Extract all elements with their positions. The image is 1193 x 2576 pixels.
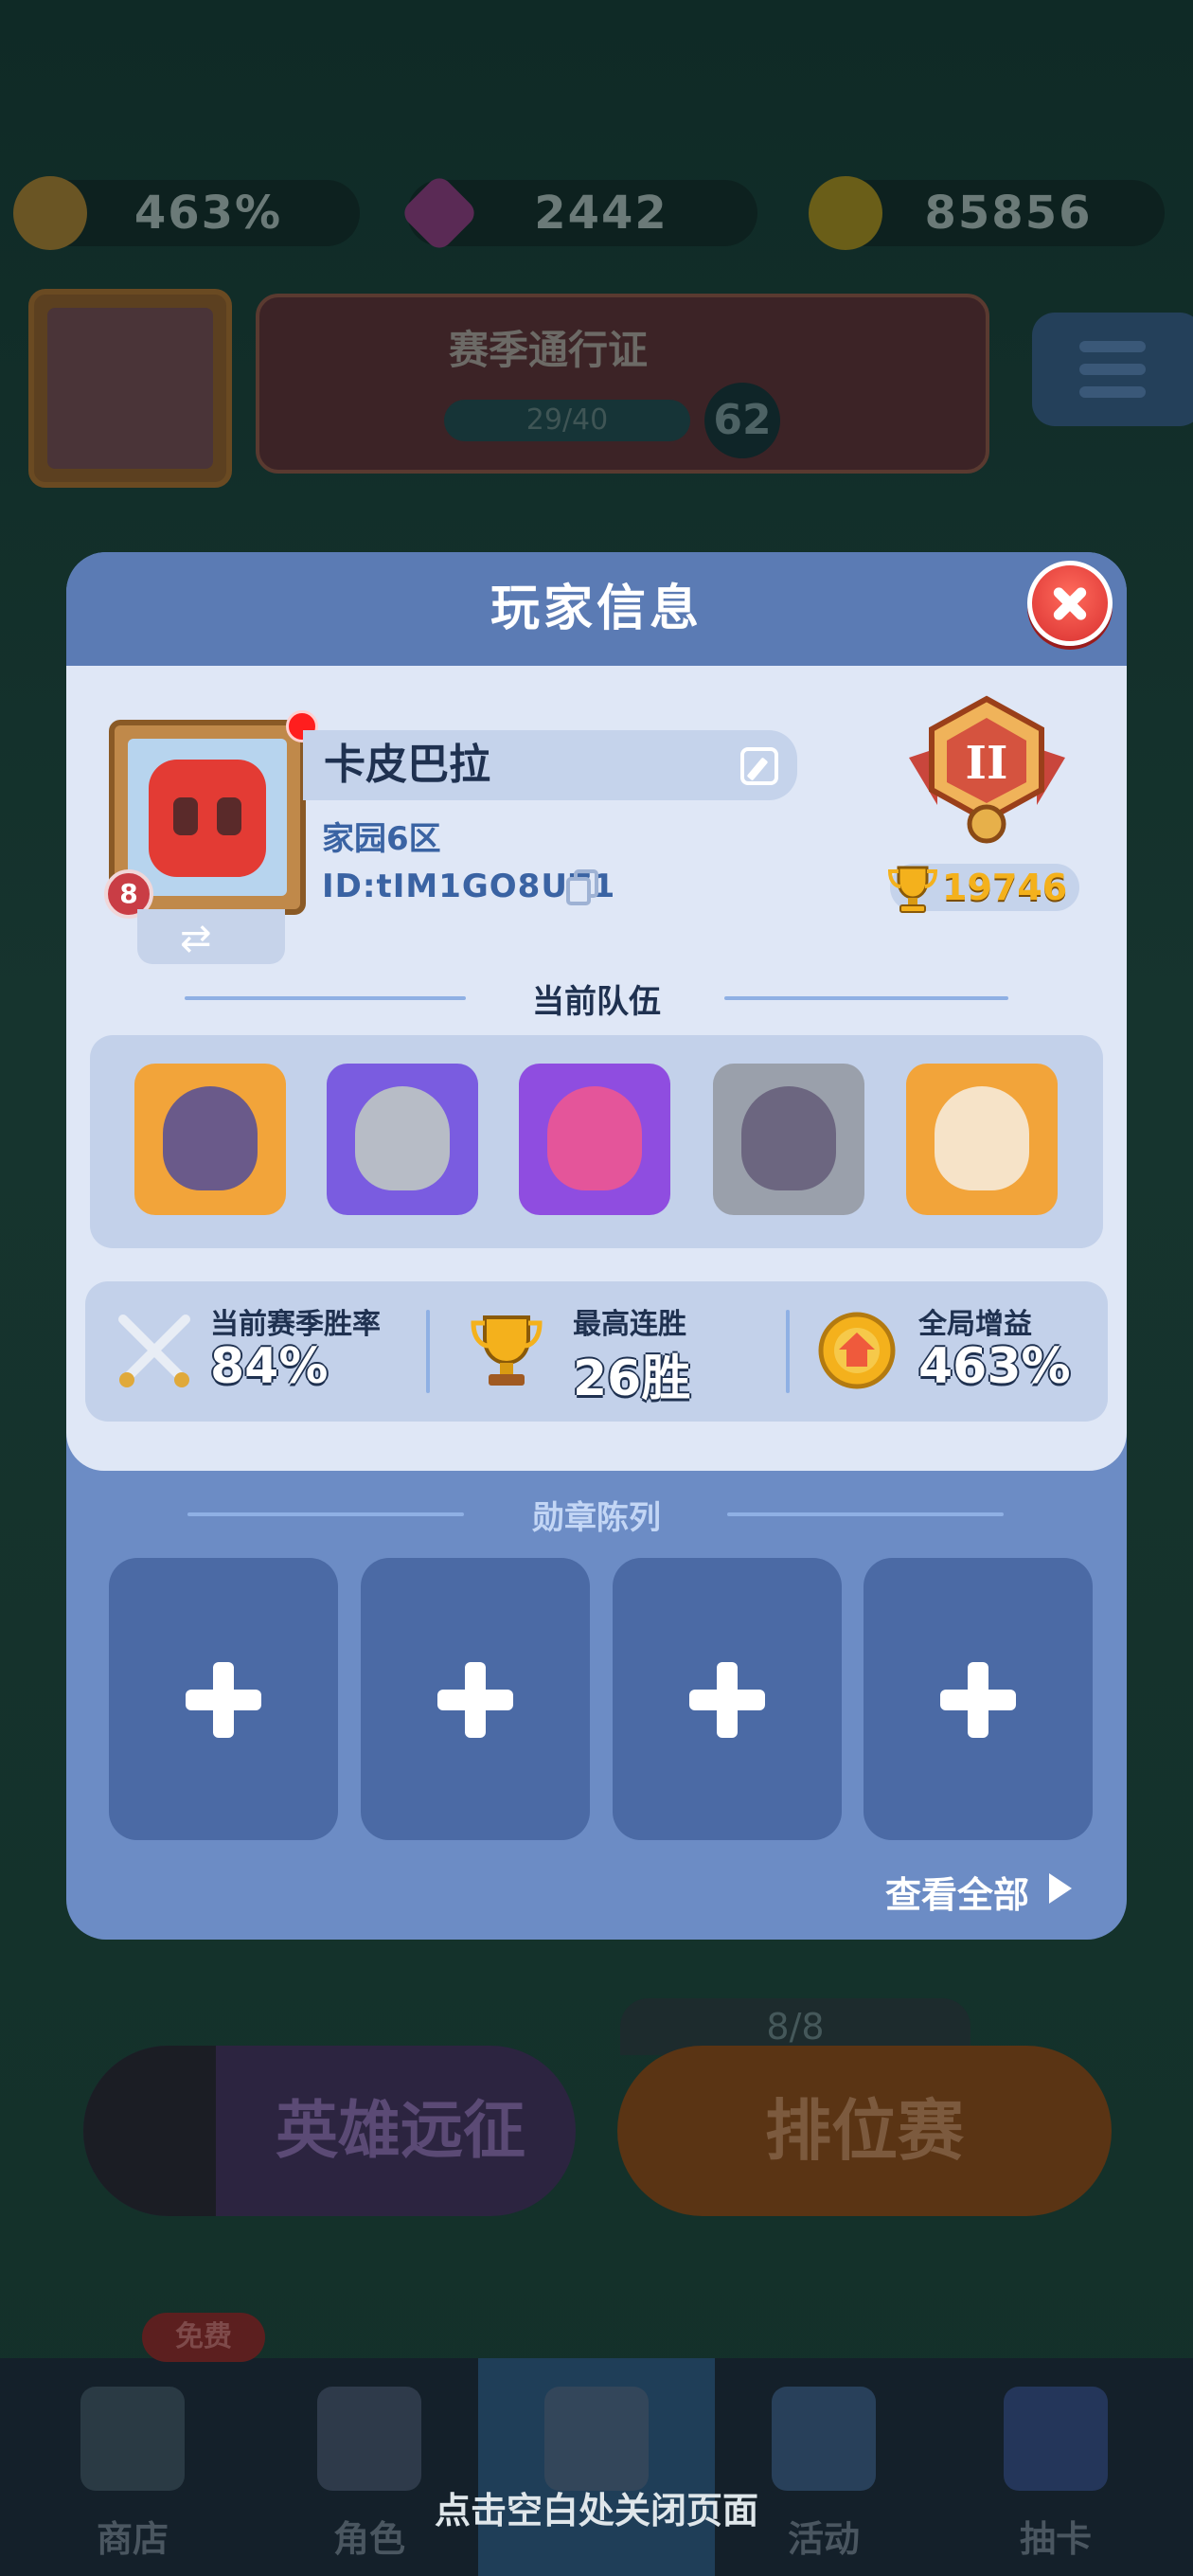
season-pass-title: 赛季通行证 [449,327,649,373]
medal-title: 勋章陈列 [532,1499,661,1537]
menu-button[interactable] [1032,313,1193,426]
nav-battle[interactable]: 对战 [478,2358,715,2576]
hero-expedition-button[interactable]: 英雄远征 [83,2046,576,2216]
rank-badge-icon: II [909,695,1065,844]
close-hint[interactable]: 点击空白处关闭页面 [0,2481,1193,2533]
win-rate-value: 84% [210,1338,329,1395]
ranked-label: 排位赛 [765,2092,964,2170]
nav-character[interactable]: 角色 [251,2358,488,2576]
global-boost-label: 全局增益 [918,1308,1032,1341]
team-title: 当前队伍 [532,983,661,1021]
home-boost-icon [818,1312,896,1389]
nav-event[interactable]: 活动 [705,2358,942,2576]
player-name: 卡皮巴拉 [324,741,490,789]
trophy-count: 19746 [942,867,1068,908]
stat-divider [426,1310,430,1393]
background-avatar[interactable] [28,289,232,488]
character-icon [317,2387,421,2491]
medal-slot-add-button[interactable] [109,1558,338,1840]
player-region: 家园6区 [322,820,441,858]
team-panel [90,1035,1103,1248]
play-arrow-icon [1049,1873,1072,1904]
stats-panel: 当前赛季胜率 84% 最高连胜 26胜 全局增益 463% [85,1281,1108,1422]
event-icon [772,2387,876,2491]
nav-shop[interactable]: 商店 [14,2358,251,2576]
bottom-nav: 商店 角色 对战 活动 抽卡 [0,2358,1193,2576]
boost-resource-pill[interactable]: 463% [13,176,360,250]
hero-expedition-label: 英雄远征 [276,2094,525,2167]
coin-icon [809,176,882,250]
view-all-link[interactable]: 查看全部 [885,1866,1029,1918]
home-boost-icon [13,176,87,250]
global-boost-value: 463% [918,1338,1071,1395]
free-badge: 免费 [142,2313,265,2362]
shop-icon [80,2387,185,2491]
gem-resource-pill[interactable]: 2442 [399,172,757,254]
up-arrow-icon [83,2046,216,2216]
team-divider-left [185,996,466,1000]
modal-title: 玩家信息 [490,581,703,637]
ranked-button[interactable]: 排位赛 [617,2046,1112,2216]
best-streak-value: 26胜 [573,1351,691,1407]
battle-icon [544,2387,649,2491]
best-streak-label: 最高连胜 [573,1308,686,1341]
close-button[interactable] [1027,561,1113,646]
shadow-archer-hero-icon[interactable] [713,1064,864,1215]
crossed-swords-icon [118,1315,190,1387]
nav-gacha[interactable]: 抽卡 [937,2358,1174,2576]
swap-avatar-button[interactable]: ⇄ [137,909,285,964]
pink-brute-hero-icon[interactable] [519,1064,670,1215]
medal-divider-left [187,1512,464,1516]
copy-id-icon[interactable] [566,869,604,907]
dark-knight-hero-icon[interactable] [134,1064,286,1215]
stat-divider [786,1310,790,1393]
season-pass-banner[interactable]: 赛季通行证 29/40 62 [256,294,989,474]
medal-divider-right [727,1512,1004,1516]
trophy-icon [887,866,938,913]
angel-hero-icon[interactable] [906,1064,1058,1215]
armored-knight-hero-icon[interactable] [327,1064,478,1215]
team-divider-right [724,996,1008,1000]
win-rate-label: 当前赛季胜率 [210,1308,381,1341]
rank-text: II [966,737,1008,790]
player-name-bar: 卡皮巴拉 [303,730,797,800]
gacha-icon [1004,2387,1108,2491]
medal-slot-add-button[interactable] [613,1558,842,1840]
avatar-face [149,760,266,877]
season-pass-progress: 29/40 [444,400,690,441]
swap-icon: ⇄ [180,917,212,960]
medal-slot-add-button[interactable] [864,1558,1093,1840]
medal-slot-add-button[interactable] [361,1558,590,1840]
coin-resource-pill[interactable]: 85856 [809,176,1165,250]
trophy-icon [471,1315,543,1386]
edit-name-icon[interactable] [740,747,778,785]
season-pass-level: 62 [704,383,780,458]
